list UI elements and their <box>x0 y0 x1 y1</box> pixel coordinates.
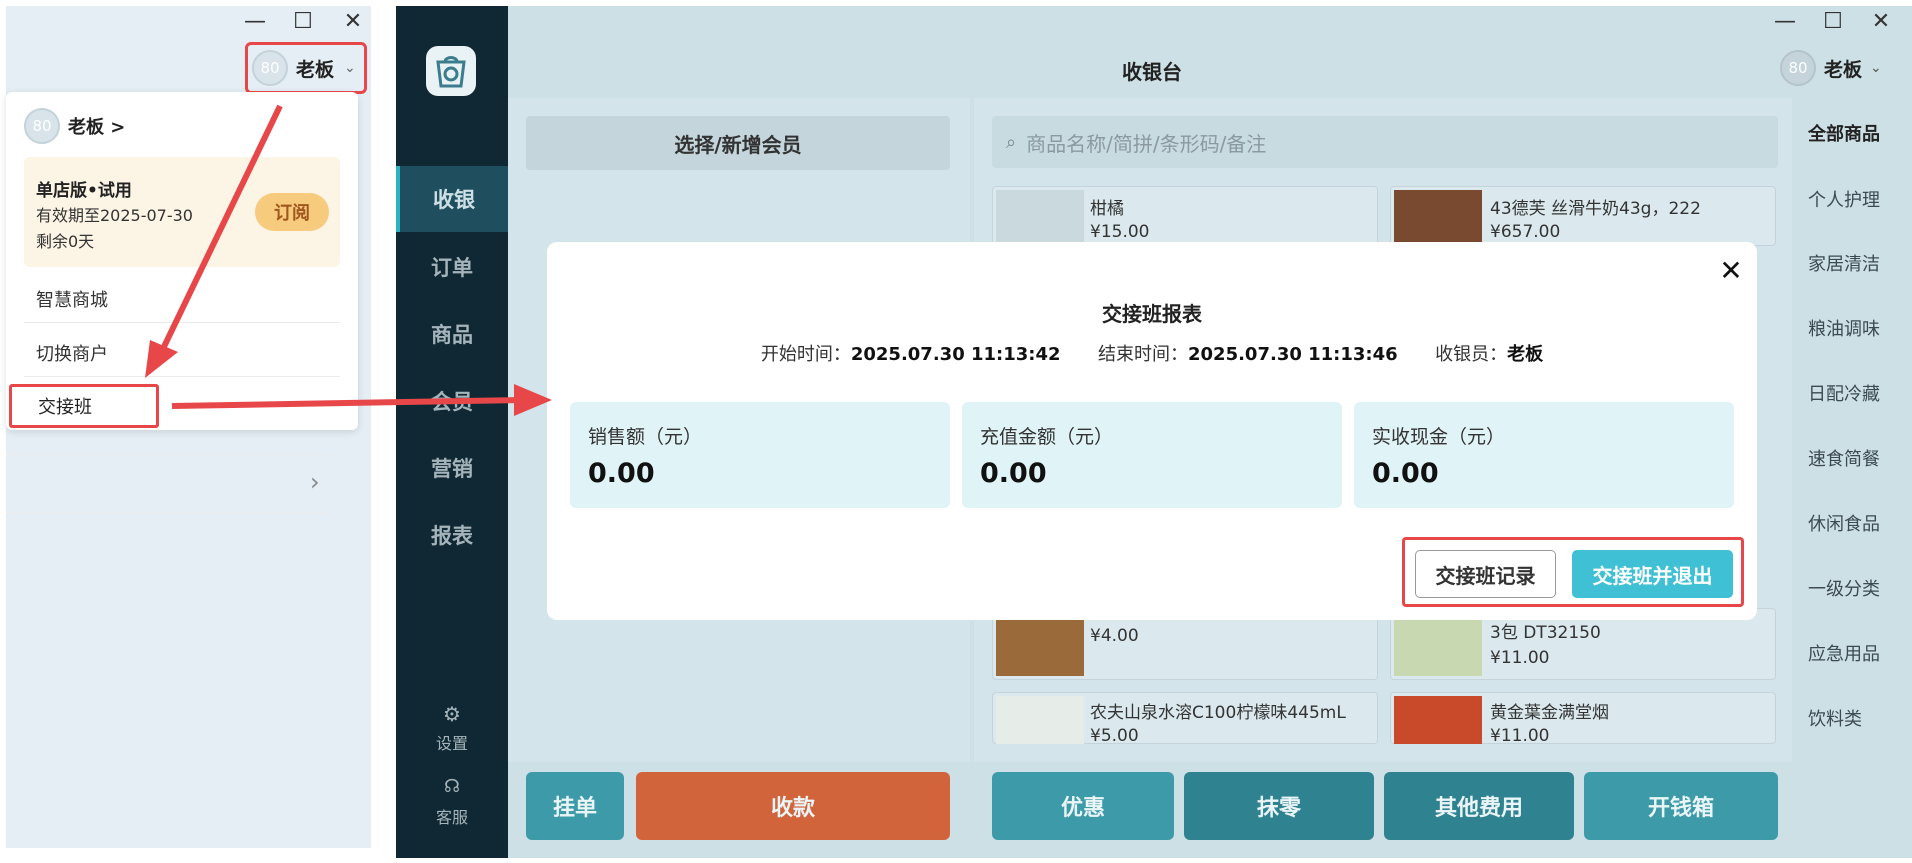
close-icon[interactable]: ✕ <box>338 8 368 36</box>
start-time-label: 开始时间： <box>760 344 851 365</box>
dialog-meta: 开始时间：2025.07.30 11:13:42 结束时间：2025.07.30… <box>547 340 1757 366</box>
plan-title: 单店版•试用 <box>36 181 132 201</box>
stat-card-recharge: 充值金额（元） 0.00 <box>962 402 1342 508</box>
user-name: 老板 <box>296 58 335 81</box>
dropdown-user-link[interactable]: 80 老板 > <box>24 108 125 144</box>
avatar: 80 <box>24 108 60 144</box>
minimize-icon[interactable]: — <box>240 8 270 36</box>
stat-card-sales: 销售额（元） 0.00 <box>570 402 950 508</box>
divider <box>6 454 328 455</box>
handover-exit-button[interactable]: 交接班并退出 <box>1572 550 1733 598</box>
divider <box>24 376 340 377</box>
stat-value: 0.00 <box>1372 458 1439 489</box>
plan-remaining: 剩余0天 <box>36 232 95 251</box>
stat-label: 充值金额（元） <box>980 426 1114 448</box>
close-icon[interactable]: ✕ <box>1716 254 1746 287</box>
stat-label: 实收现金（元） <box>1372 426 1506 448</box>
maximize-icon[interactable]: ☐ <box>288 8 318 36</box>
cashier-label: 收银员： <box>1435 344 1508 365</box>
start-time-value: 2025.07.30 11:13:42 <box>850 344 1061 365</box>
stat-value: 0.00 <box>980 458 1047 489</box>
avatar: 80 <box>252 50 288 86</box>
cashier-value: 老板 <box>1507 344 1544 365</box>
stat-card-cash: 实收现金（元） 0.00 <box>1354 402 1734 508</box>
chevron-down-icon: ⌄ <box>344 60 356 76</box>
divider <box>24 322 340 323</box>
dialog-title: 交接班报表 <box>1102 302 1202 326</box>
subscribe-button[interactable]: 订阅 <box>255 193 329 231</box>
end-time-value: 2025.07.30 11:13:46 <box>1188 344 1398 365</box>
divider <box>6 512 328 513</box>
dropdown-user-name: 老板 > <box>68 117 126 138</box>
menu-item-smart-mall[interactable]: 智慧商城 <box>36 286 108 312</box>
menu-item-switch-merchant[interactable]: 切换商户 <box>36 340 108 366</box>
chevron-right-icon[interactable]: › <box>310 468 320 496</box>
stat-value: 0.00 <box>588 458 655 489</box>
user-menu-button[interactable]: 80 老板 ⌄ <box>245 42 367 94</box>
menu-item-handover[interactable]: 交接班 <box>9 384 159 428</box>
end-time-label: 结束时间： <box>1098 344 1188 365</box>
handover-records-button[interactable]: 交接班记录 <box>1415 550 1556 598</box>
plan-valid-until: 有效期至2025-07-30 <box>36 206 193 225</box>
stat-label: 销售额（元） <box>588 426 703 448</box>
